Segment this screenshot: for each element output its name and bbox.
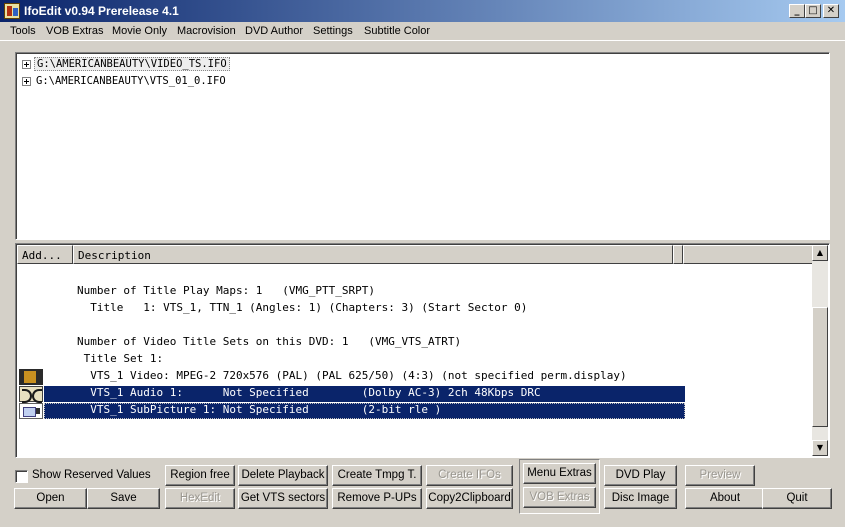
expand-icon[interactable] xyxy=(22,60,31,69)
column-header-add[interactable]: Add... xyxy=(17,245,73,264)
about-button[interactable]: About xyxy=(685,488,765,509)
list-line[interactable]: Title Set 1: xyxy=(77,352,163,368)
menu-vob-extras[interactable]: VOB Extras xyxy=(46,25,103,37)
preview-button[interactable]: Preview xyxy=(685,465,755,486)
menu-subtitle-color[interactable]: Subtitle Color xyxy=(364,25,430,37)
minimize-button[interactable]: _ xyxy=(789,4,805,18)
show-reserved-label[interactable]: Show Reserved Values xyxy=(32,469,151,481)
subpicture-icon xyxy=(19,403,43,419)
menu-movie-only[interactable]: Movie Only xyxy=(112,25,167,37)
region-free-button[interactable]: Region free xyxy=(165,465,235,486)
list-header: Add... Description xyxy=(17,245,814,264)
quit-button[interactable]: Quit xyxy=(762,488,832,509)
column-header-empty[interactable] xyxy=(673,245,683,264)
create-ifos-button[interactable]: Create IFOs xyxy=(426,465,513,486)
description-list[interactable]: Add... Description Number of Title Play … xyxy=(15,243,830,458)
list-line[interactable]: Number of Title Play Maps: 1 (VMG_PTT_SR… xyxy=(77,284,375,300)
tree-item-label[interactable]: G:\AMERICANBEAUTY\VTS_01_0.IFO xyxy=(34,75,228,87)
expand-icon[interactable] xyxy=(22,77,31,86)
menu-bar: Tools VOB Extras Movie Only Macrovision … xyxy=(0,22,845,41)
scroll-thumb[interactable] xyxy=(812,307,828,427)
list-line[interactable]: Number of Video Title Sets on this DVD: … xyxy=(77,335,461,351)
vob-extras-button[interactable]: VOB Extras xyxy=(523,487,596,508)
dolby-icon xyxy=(19,386,43,403)
disc-image-button[interactable]: Disc Image xyxy=(604,488,677,509)
list-line-selected[interactable]: VTS_1 SubPicture 1: Not Specified (2-bit… xyxy=(44,403,685,419)
window-title: IfoEdit v0.94 Prerelease 4.1 xyxy=(24,4,179,18)
ifo-file-tree[interactable]: G:\AMERICANBEAUTY\VIDEO_TS.IFO G:\AMERIC… xyxy=(15,52,830,240)
create-tmpg-button[interactable]: Create Tmpg T. xyxy=(332,465,422,486)
film-icon xyxy=(19,369,43,385)
title-bar: IfoEdit v0.94 Prerelease 4.1 _ □ ✕ xyxy=(0,0,845,22)
get-vts-sectors-button[interactable]: Get VTS sectors xyxy=(238,488,328,509)
list-line[interactable]: VTS_1 Video: MPEG-2 720x576 (PAL) (PAL 6… xyxy=(77,369,626,385)
tree-item-label[interactable]: G:\AMERICANBEAUTY\VIDEO_TS.IFO xyxy=(34,57,230,71)
vertical-scrollbar[interactable]: ▲ ▼ xyxy=(812,245,828,456)
list-line-selected[interactable]: VTS_1 Audio 1: Not Specified (Dolby AC-3… xyxy=(44,386,685,402)
copy2clipboard-button[interactable]: Copy2Clipboard xyxy=(426,488,513,509)
column-header-empty[interactable] xyxy=(683,245,814,264)
open-button[interactable]: Open xyxy=(14,488,87,509)
delete-playback-button[interactable]: Delete Playback xyxy=(238,465,328,486)
save-button[interactable]: Save xyxy=(87,488,160,509)
maximize-button[interactable]: □ xyxy=(805,4,821,18)
hexedit-button[interactable]: HexEdit xyxy=(165,488,235,509)
list-line-text: VTS_1 SubPicture 1: Not Specified (2-bit… xyxy=(77,403,442,416)
list-line[interactable]: Title 1: VTS_1, TTN_1 (Angles: 1) (Chapt… xyxy=(77,301,527,317)
column-header-description[interactable]: Description xyxy=(73,245,673,264)
ifoedit-app-icon[interactable] xyxy=(4,3,20,19)
menu-dvd-author[interactable]: DVD Author xyxy=(245,25,303,37)
list-line-text: VTS_1 Audio 1: Not Specified (Dolby AC-3… xyxy=(77,386,541,399)
scroll-down-button[interactable]: ▼ xyxy=(812,440,828,456)
close-button[interactable]: ✕ xyxy=(823,4,839,18)
menu-macrovision[interactable]: Macrovision xyxy=(177,25,236,37)
menu-settings[interactable]: Settings xyxy=(313,25,353,37)
menu-extras-button[interactable]: Menu Extras xyxy=(523,463,596,484)
show-reserved-checkbox[interactable] xyxy=(15,470,28,483)
dvd-play-button[interactable]: DVD Play xyxy=(604,465,677,486)
menu-tools[interactable]: Tools xyxy=(10,25,36,37)
scroll-up-button[interactable]: ▲ xyxy=(812,245,828,261)
remove-pups-button[interactable]: Remove P-UPs xyxy=(332,488,422,509)
